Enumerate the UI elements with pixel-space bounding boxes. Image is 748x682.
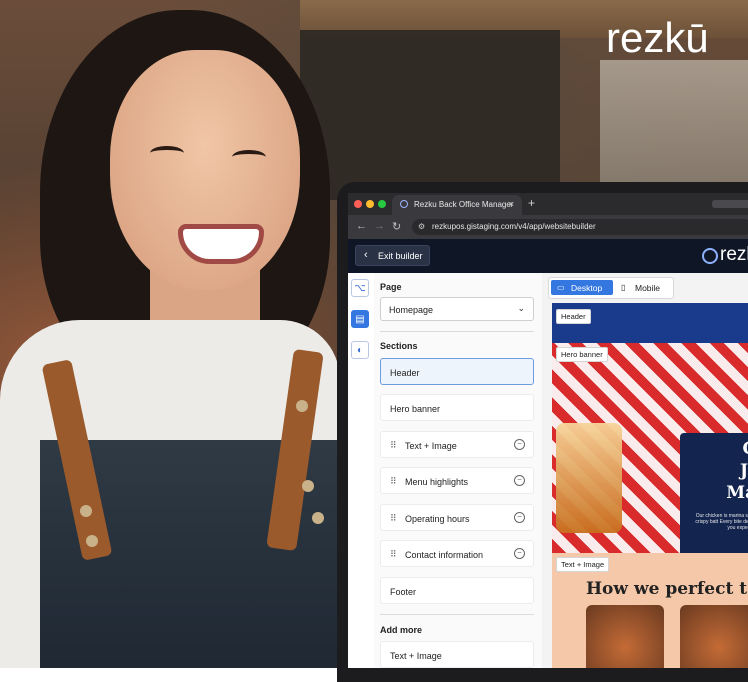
apron-rivet <box>302 480 314 492</box>
chevron-down-icon: ⌄ <box>517 303 525 313</box>
hero-body-text: Our chicken is marina signature crispy b… <box>695 513 748 531</box>
structure-icon[interactable]: ⌥ <box>351 279 369 297</box>
new-tab-button[interactable]: + <box>528 196 535 210</box>
minimize-window-button[interactable] <box>366 200 374 208</box>
site-preview: ▭ Desktop ▯ Mobile C J Mad Our chicken i… <box>542 273 748 668</box>
browser-tab-bar: Rezku Back Office Manager × + <box>348 193 748 215</box>
hero-section-tag: Hero banner <box>556 347 608 362</box>
tab-close-icon[interactable]: × <box>509 199 514 209</box>
app-logo: rezku <box>720 244 748 265</box>
address-url: rezkupos.gistaging.com/v4/app/websitebui… <box>432 222 596 231</box>
maximize-window-button[interactable] <box>378 200 386 208</box>
background-window <box>600 60 748 200</box>
hero-heading-line: J <box>739 461 748 481</box>
theme-palette-icon[interactable]: ◐ <box>351 341 369 359</box>
remove-section-icon[interactable]: − <box>514 512 525 523</box>
section-item-label: Operating hours <box>405 514 470 524</box>
section-item-hero-banner[interactable]: Hero banner <box>380 394 534 421</box>
page-select[interactable]: Homepage ⌄ <box>380 297 534 321</box>
mobile-label: Mobile <box>635 283 661 293</box>
section-item-label: Text + Image <box>405 441 457 451</box>
add-more-item-label: Text + Image <box>390 651 442 661</box>
drag-handle-icon[interactable]: ⠿ <box>390 476 397 487</box>
app-logo-icon <box>702 248 718 264</box>
remove-section-icon[interactable]: − <box>514 475 525 486</box>
divider <box>380 331 534 332</box>
tab-title: Rezku Back Office Manager <box>414 200 514 209</box>
apron-rivet <box>312 512 324 524</box>
section-item-label: Footer <box>390 587 417 597</box>
device-toggle: ▭ Desktop ▯ Mobile <box>548 277 674 299</box>
hero-text-card: C J Mad Our chicken is marina signature … <box>680 433 748 573</box>
page-icon[interactable]: ▤ <box>351 310 369 328</box>
apron-rivet <box>296 400 308 412</box>
drag-handle-icon[interactable]: ⠿ <box>390 513 397 524</box>
close-window-button[interactable] <box>354 200 362 208</box>
site-hero-section[interactable]: C J Mad Our chicken is marina signature … <box>552 343 748 573</box>
section-item-label: Menu highlights <box>405 477 469 487</box>
person-eye-right <box>232 150 266 164</box>
site-settings-icon[interactable]: ⚙ <box>418 222 425 231</box>
chevron-left-icon: ‹ <box>364 249 368 261</box>
remove-section-icon[interactable]: − <box>514 439 525 450</box>
hero-heading-line: Mad <box>726 483 748 503</box>
forward-arrow-icon[interactable]: → <box>374 220 385 232</box>
hero-heading-line: C <box>742 439 748 459</box>
divider <box>380 614 534 615</box>
tool-rail: ⌥ ▤ ◐ <box>348 273 375 668</box>
exit-builder-label: Exit builder <box>378 251 423 261</box>
section-item-label: Hero banner <box>390 404 441 414</box>
remove-section-icon[interactable]: − <box>514 548 525 559</box>
section-item-contact-information[interactable]: ⠿ Contact information − <box>380 540 534 567</box>
sections-label: Sections <box>380 341 418 351</box>
person-eye-left <box>150 146 184 160</box>
address-bar[interactable]: ⚙ rezkupos.gistaging.com/v4/app/websiteb… <box>412 219 748 235</box>
window-controls <box>712 200 748 208</box>
mobile-icon: ▯ <box>621 283 626 292</box>
laptop-screen: Rezku Back Office Manager × + ← → ↻ ⚙ re… <box>348 193 748 668</box>
desktop-view-button[interactable]: ▭ Desktop <box>551 280 613 295</box>
desktop-label: Desktop <box>571 283 603 293</box>
sections-panel: Page Homepage ⌄ Sections Header Hero ban… <box>374 273 543 668</box>
section-item-label: Contact information <box>405 550 484 560</box>
add-more-label: Add more <box>380 625 423 635</box>
page-label: Page <box>380 282 402 292</box>
browser-tab[interactable]: Rezku Back Office Manager × <box>392 195 522 215</box>
section-item-text-image[interactable]: ⠿ Text + Image − <box>380 431 534 458</box>
apron-rivet <box>86 535 98 547</box>
food-image <box>586 605 664 668</box>
section-item-label: Header <box>390 368 420 378</box>
page-select-value: Homepage <box>389 305 434 315</box>
drag-handle-icon[interactable]: ⠿ <box>390 549 397 560</box>
section-item-menu-highlights[interactable]: ⠿ Menu highlights − <box>380 467 534 494</box>
apron-rivet <box>80 505 92 517</box>
desktop-icon: ▭ <box>557 283 565 292</box>
brand-logo: rezkū <box>606 14 709 61</box>
drag-handle-icon[interactable]: ⠿ <box>390 440 397 451</box>
reload-icon[interactable]: ↻ <box>392 220 401 233</box>
add-more-item-text-image[interactable]: Text + Image <box>380 641 534 668</box>
header-section-tag: Header <box>556 309 591 324</box>
exit-builder-button[interactable]: ‹ Exit builder <box>355 245 430 266</box>
text-image-section-tag: Text + Image <box>556 557 610 572</box>
favicon-icon <box>400 200 408 208</box>
back-arrow-icon[interactable]: ← <box>356 220 367 232</box>
section-item-header[interactable]: Header <box>380 358 534 385</box>
builder-header: ‹ Exit builder rezku <box>348 239 748 273</box>
website-canvas[interactable]: C J Mad Our chicken is marina signature … <box>552 303 748 668</box>
background-panel <box>300 30 560 200</box>
section-item-operating-hours[interactable]: ⠿ Operating hours − <box>380 504 534 531</box>
mobile-view-button[interactable]: ▯ Mobile <box>615 280 671 295</box>
hero-drink-image <box>556 423 622 533</box>
section-item-footer[interactable]: Footer <box>380 577 534 604</box>
section-heading: How we perfect t <box>586 579 748 599</box>
food-image <box>680 605 748 668</box>
browser-toolbar: ← → ↻ ⚙ rezkupos.gistaging.com/v4/app/we… <box>348 215 748 239</box>
